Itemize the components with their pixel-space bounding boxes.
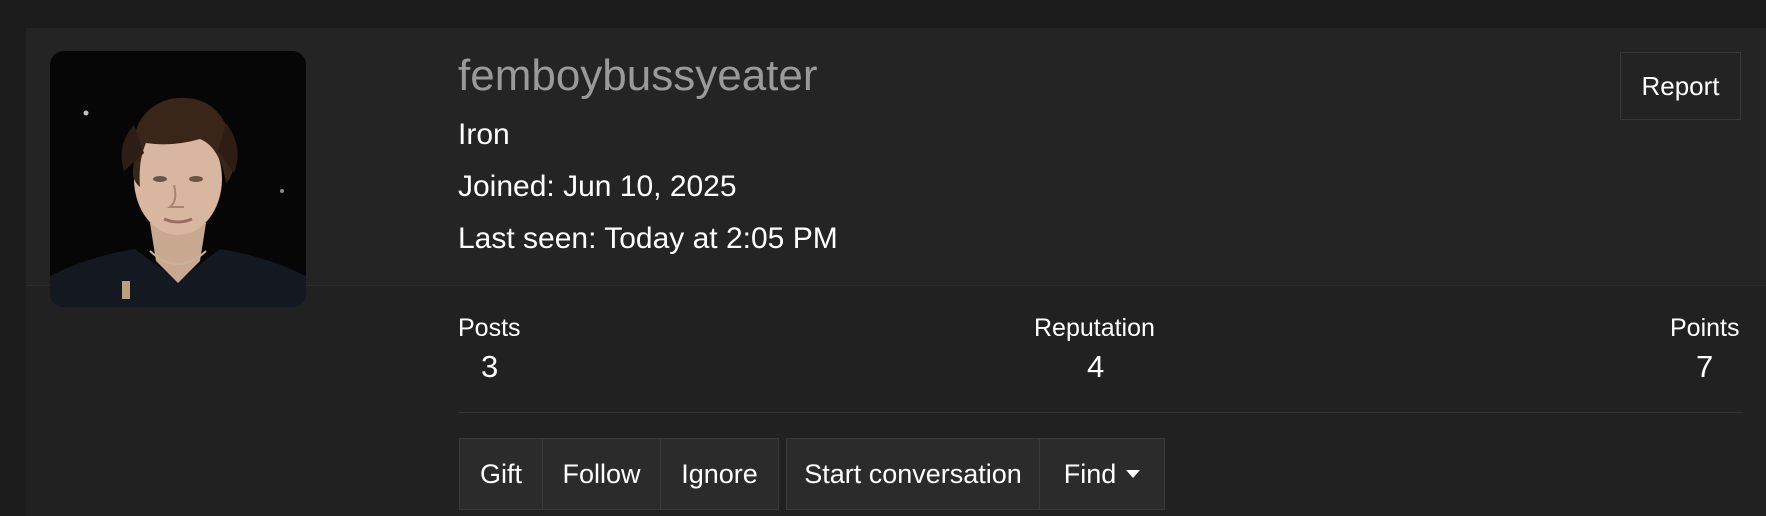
points-count[interactable]: 7 — [1696, 348, 1713, 386]
conversation-actions-group: Start conversation Find — [786, 438, 1165, 510]
report-button[interactable]: Report — [1620, 52, 1741, 120]
avatar-image — [50, 51, 306, 307]
points-label: Points — [1670, 314, 1740, 342]
ignore-button[interactable]: Ignore — [661, 439, 778, 509]
caret-down-icon — [1126, 470, 1141, 478]
member-actions-group: Gift Follow Ignore — [459, 438, 779, 510]
posts-label: Posts — [458, 314, 521, 342]
joined-date: Joined: Jun 10, 2025 — [458, 170, 737, 203]
find-label: Find — [1063, 459, 1117, 489]
find-dropdown-button[interactable]: Find — [1040, 439, 1164, 509]
start-conversation-button[interactable]: Start conversation — [787, 439, 1040, 509]
posts-count[interactable]: 3 — [481, 348, 498, 386]
avatar[interactable] — [50, 51, 306, 307]
last-seen: Last seen: Today at 2:05 PM — [458, 222, 838, 255]
follow-button[interactable]: Follow — [543, 439, 661, 509]
reputation-label: Reputation — [1034, 314, 1155, 342]
user-rank: Iron — [458, 118, 510, 151]
reputation-count[interactable]: 4 — [1087, 348, 1104, 386]
divider — [458, 412, 1743, 413]
member-profile-page: femboybussyeater Iron Joined: Jun 10, 20… — [0, 0, 1766, 516]
profile-username[interactable]: femboybussyeater — [458, 50, 818, 102]
gift-button[interactable]: Gift — [460, 439, 543, 509]
